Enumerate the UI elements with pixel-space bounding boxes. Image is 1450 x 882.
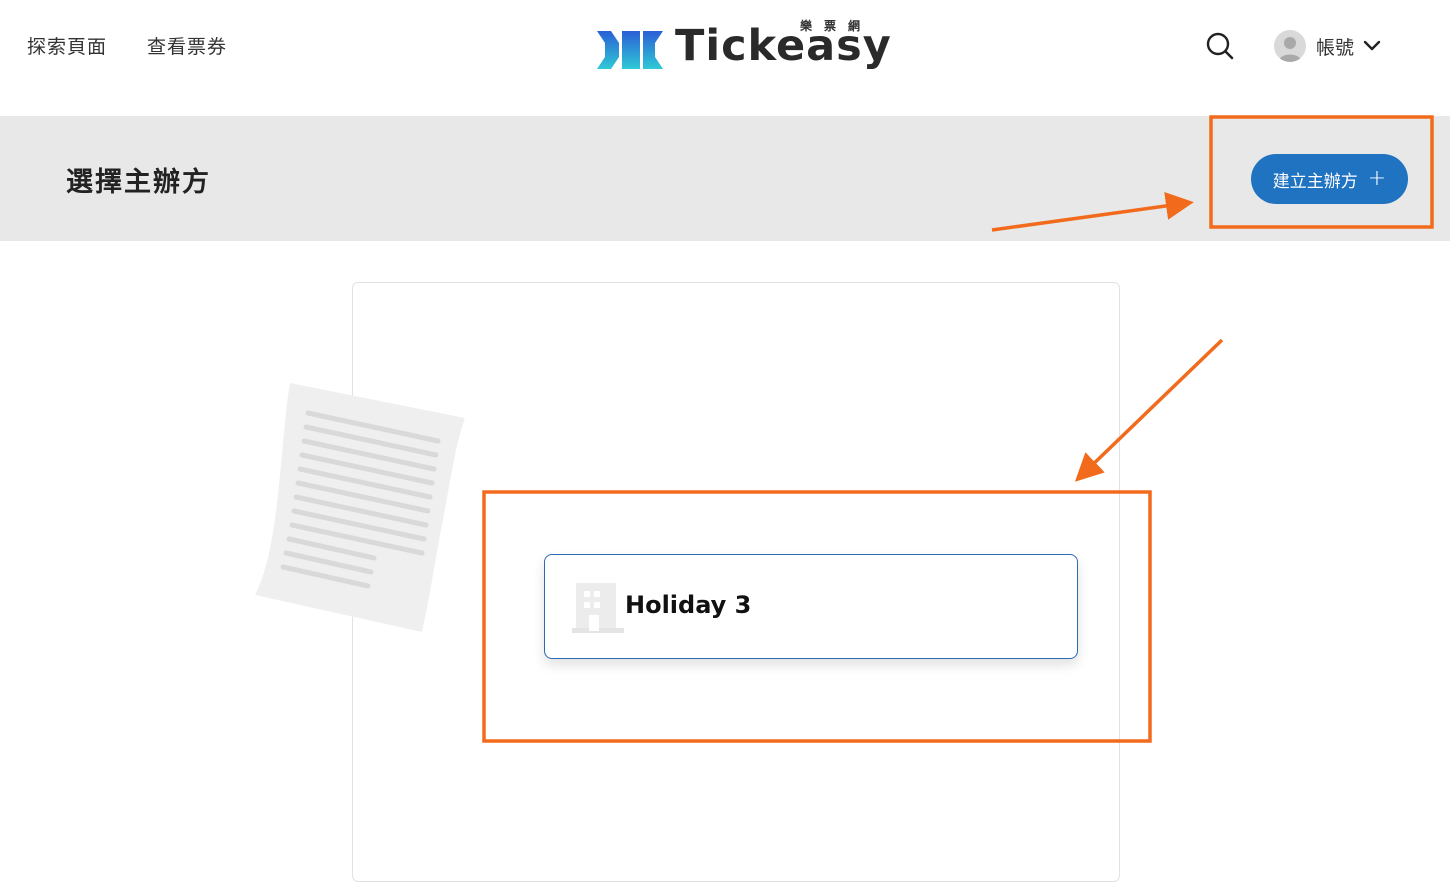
- tickeasy-logo[interactable]: Tickeasy 樂票網: [597, 17, 891, 79]
- avatar-icon: [1278, 37, 1302, 62]
- logo-subtitle: 樂票網: [800, 19, 873, 33]
- nav-tickets-link[interactable]: 查看票券: [147, 32, 227, 59]
- plus-icon: +: [1367, 166, 1387, 191]
- chevron-down-icon: [1363, 40, 1381, 51]
- create-organizer-button[interactable]: 建立主辦方 +: [1251, 154, 1408, 204]
- search-icon: [1206, 32, 1234, 60]
- top-navigation: 探索頁面 查看票券 Tickeasy 樂票網 帳號: [0, 0, 1450, 116]
- building-icon: [572, 583, 624, 633]
- nav-explore-link[interactable]: 探索頁面: [27, 32, 107, 59]
- avatar: [1274, 30, 1306, 62]
- document-illustration: [255, 383, 465, 632]
- search-button[interactable]: [1205, 31, 1235, 61]
- account-label: 帳號: [1316, 36, 1355, 59]
- organizer-name: Holiday 3: [625, 591, 752, 619]
- page-title: 選擇主辦方: [66, 167, 211, 198]
- logo-mark-icon: [597, 31, 663, 69]
- organizer-card[interactable]: Holiday 3: [544, 554, 1078, 659]
- page-header: 選擇主辦方 建立主辦方 +: [0, 116, 1450, 241]
- create-organizer-label: 建立主辦方: [1272, 171, 1358, 192]
- account-menu[interactable]: 帳號: [1274, 28, 1381, 64]
